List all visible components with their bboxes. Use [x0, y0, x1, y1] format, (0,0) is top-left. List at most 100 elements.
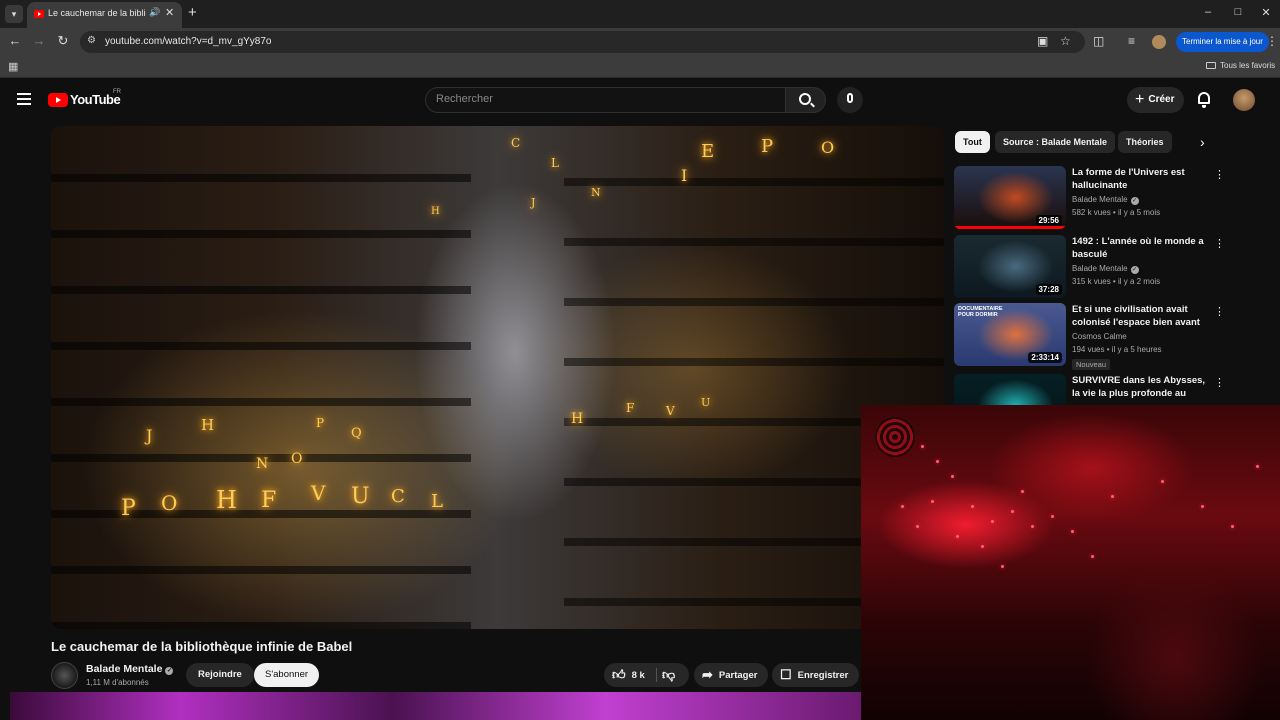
site-info-icon[interactable]: ⚙ [87, 35, 96, 46]
back-arrow-icon[interactable]: ← [6, 33, 24, 48]
glowing-letter: C [511, 136, 521, 150]
browser-tab-active[interactable]: Le cauchemar de la bibliothèque infinie … [27, 2, 182, 28]
fairy-light [1161, 480, 1164, 483]
guide-menu-icon[interactable] [17, 93, 31, 105]
search-button[interactable] [785, 87, 826, 113]
recommendation-card[interactable]: 29:56 La forme de l'Univers est hallucina… [954, 166, 1225, 232]
recommendation-meta: 194 vues • il y a 5 heures [1072, 345, 1162, 354]
search-input[interactable] [436, 93, 766, 105]
all-bookmarks-button[interactable]: Tous les favoris [1206, 61, 1275, 70]
like-divider [656, 668, 657, 682]
fairy-light [951, 475, 954, 478]
maximize-button[interactable]: □ [1230, 6, 1246, 18]
update-button[interactable]: Terminer la mise à jour [1176, 32, 1269, 52]
chevron-right-icon[interactable]: › [1200, 134, 1205, 150]
like-dislike-group: 👍︎ 8 k 👎︎ [604, 663, 689, 687]
more-actions-icon[interactable]: ⋮ [1214, 168, 1225, 181]
apps-grid-icon[interactable]: ▦ [8, 60, 18, 73]
channel-name-text[interactable]: Balade Mentale [86, 663, 162, 675]
recommendation-title[interactable]: SURVIVRE dans les Abysses, la vie la plu… [1072, 374, 1208, 400]
share-button[interactable]: ➦ Partager [694, 663, 769, 687]
address-bar[interactable]: ⚙ youtube.com/watch?v=d_mv_gYy87o ▣ ☆ [80, 31, 1085, 53]
more-actions-icon[interactable]: ⋮ [1214, 305, 1225, 318]
glowing-letter: O [291, 451, 303, 467]
recommendation-channel[interactable]: Balade Mentale ✓ [1072, 264, 1139, 274]
fairy-light [971, 505, 974, 508]
share-label: Partager [718, 670, 758, 681]
new-badge: Nouveau [1072, 359, 1111, 370]
profile-avatar-icon[interactable] [1152, 35, 1166, 49]
recommendation-title[interactable]: Et si une civilisation avait colonisé l'… [1072, 303, 1208, 329]
reload-icon[interactable]: ↻ [54, 33, 72, 49]
new-tab-button[interactable]: + [188, 4, 197, 22]
recommendation-card[interactable]: DOCUMENTAIRE POUR DORMIR 2:33:14 Et si une… [954, 303, 1225, 370]
recommendation-title[interactable]: La forme de l'Univers est hallucinante [1072, 166, 1208, 192]
recommendation-channel[interactable]: Balade Mentale ✓ [1072, 195, 1139, 205]
watch-progress-bar [954, 226, 1066, 229]
save-label: Enregistrer [797, 670, 849, 681]
recommendation-channel-name[interactable]: Cosmos Calme [1072, 332, 1127, 341]
tab-search-button[interactable]: ▾ [5, 5, 23, 23]
channel-name[interactable]: Balade Mentale ✓ [86, 663, 174, 675]
browser-menu-icon[interactable]: ⋮ [1266, 34, 1278, 48]
glowing-letter: L [431, 491, 443, 512]
media-controls-icon[interactable]: ≡ [1128, 34, 1135, 48]
fairy-light [921, 445, 924, 448]
fairy-light [901, 505, 904, 508]
verified-check-icon: ✓ [1130, 266, 1139, 274]
glowing-letter: E [701, 141, 715, 162]
like-button[interactable]: 👍︎ 8 k [612, 663, 645, 688]
close-window-button[interactable]: ✕ [1258, 6, 1274, 19]
youtube-logo-icon[interactable] [48, 93, 68, 107]
install-app-icon[interactable]: ▣ [1037, 34, 1048, 48]
country-code: FR [113, 89, 121, 95]
speaker-icon[interactable]: 🔊 [149, 7, 160, 18]
folder-icon [1206, 62, 1216, 69]
more-actions-icon[interactable]: ⋮ [1214, 376, 1225, 389]
fairy-light [1256, 465, 1259, 468]
video-duration: 29:56 [1035, 215, 1062, 226]
chip-all[interactable]: Tout [955, 131, 990, 153]
video-thumbnail[interactable]: 37:28 [954, 235, 1066, 298]
url-text[interactable]: youtube.com/watch?v=d_mv_gYy87o [105, 36, 272, 47]
fairy-light [991, 520, 994, 523]
thumbnail-caption: DOCUMENTAIRE POUR DORMIR [958, 306, 1003, 318]
extensions-icon[interactable]: ◫ [1093, 34, 1104, 48]
recommendation-title[interactable]: 1492 : L'année où le monde a basculé [1072, 235, 1208, 261]
account-avatar[interactable] [1233, 89, 1255, 111]
notifications-bell-icon[interactable] [1198, 92, 1210, 108]
fairy-light [1031, 525, 1034, 528]
glowing-letter: J [531, 196, 536, 209]
fairy-light [916, 525, 919, 528]
bookmark-star-icon[interactable]: ☆ [1060, 34, 1071, 48]
recommendation-channel[interactable]: Cosmos Calme [1072, 332, 1127, 341]
voice-search-button[interactable] [837, 87, 863, 113]
chip-source-channel[interactable]: Source : Balade Mentale [995, 131, 1116, 153]
tab-title: Le cauchemar de la bibliothèque infinie … [48, 8, 146, 18]
video-duration: 37:28 [1035, 284, 1062, 295]
fairy-light [1071, 530, 1074, 533]
more-actions-icon[interactable]: ⋮ [1214, 237, 1225, 250]
fairy-light [1051, 515, 1054, 518]
subscriber-count: 1,11 M d'abonnés [86, 678, 149, 687]
fairy-light [956, 535, 959, 538]
subscribe-button[interactable]: S'abonner [254, 663, 320, 687]
recommendation-card[interactable]: 37:28 1492 : L'année où le monde a bascul… [954, 235, 1225, 301]
recommendation-channel-name[interactable]: Balade Mentale [1072, 195, 1128, 204]
chip-theories[interactable]: Théories [1118, 131, 1172, 153]
close-tab-icon[interactable]: ✕ [165, 6, 174, 19]
dislike-button[interactable]: 👎︎ [662, 663, 681, 688]
fairy-light [1011, 510, 1014, 513]
minimize-button[interactable]: – [1200, 6, 1216, 18]
channel-avatar[interactable] [51, 662, 78, 689]
save-button[interactable]: ☐ Enregistrer [772, 663, 860, 687]
video-player[interactable]: POHFVUCLJHNOPQEIPOHFVUCLJHN [51, 126, 944, 629]
thumbs-up-icon: 👍︎ [612, 667, 626, 682]
recommendation-channel-name[interactable]: Balade Mentale [1072, 264, 1128, 273]
create-button[interactable]: + Créer [1127, 87, 1185, 113]
video-thumbnail[interactable]: 29:56 [954, 166, 1066, 229]
join-button[interactable]: Rejoindre [186, 663, 254, 687]
forward-arrow-icon[interactable]: → [30, 33, 48, 48]
youtube-masthead: YouTube FR +Créer [0, 80, 1280, 120]
video-thumbnail[interactable]: DOCUMENTAIRE POUR DORMIR 2:33:14 [954, 303, 1066, 366]
